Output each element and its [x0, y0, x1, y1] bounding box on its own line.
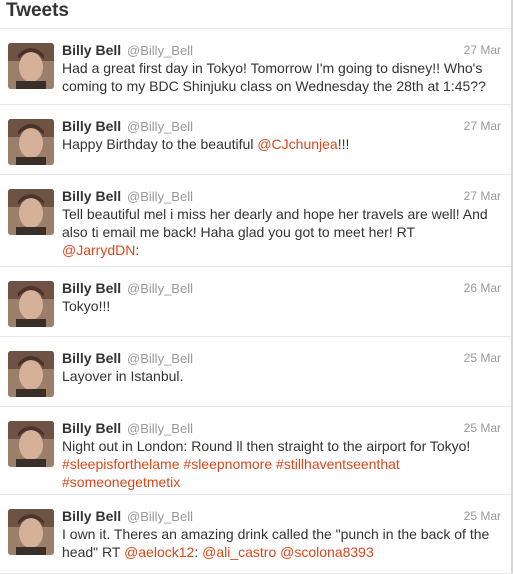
avatar[interactable] [8, 421, 54, 467]
tweet-text-segment: Layover in Istanbul. [62, 368, 184, 384]
tweet-text-segment: Tell beautiful mel i miss her dearly and… [62, 206, 488, 240]
tweet-meta: Billy Bell @Billy_Bell [62, 349, 503, 367]
tweet-text-segment: Had a great first day in Tokyo! Tomorrow… [62, 60, 486, 94]
avatar[interactable] [8, 509, 54, 555]
mention-link[interactable]: @aelock12 [124, 544, 194, 560]
author-handle[interactable]: @Billy_Bell [127, 351, 193, 366]
avatar[interactable] [8, 119, 54, 165]
tweet-item[interactable]: Billy Bell @Billy_Bell 27 Mar Happy Birt… [0, 105, 513, 175]
tweet-date[interactable]: 27 Mar [464, 189, 501, 203]
tweet-text: I own it. Theres an amazing drink called… [62, 525, 503, 561]
tweet-text: Layover in Istanbul. [62, 367, 503, 385]
tweet-text-segment: Night out in London: Round ll then strai… [62, 438, 471, 454]
tweet-date[interactable]: 25 Mar [464, 421, 501, 435]
timeline-header: Tweets [0, 0, 513, 29]
tweet-item[interactable]: Billy Bell @Billy_Bell 26 Mar Tokyo!!! [0, 267, 513, 337]
tweet-item[interactable]: Billy Bell @Billy_Bell 27 Mar Tell beaut… [0, 175, 513, 267]
tweet-text-segment: Happy Birthday to the beautiful [62, 136, 258, 152]
author-name[interactable]: Billy Bell [62, 508, 121, 524]
tweet-date[interactable]: 27 Mar [464, 43, 501, 57]
avatar[interactable] [8, 43, 54, 89]
author-handle[interactable]: @Billy_Bell [127, 189, 193, 204]
author-handle[interactable]: @Billy_Bell [127, 421, 193, 436]
author-handle[interactable]: @Billy_Bell [127, 43, 193, 58]
tweet-text: Tell beautiful mel i miss her dearly and… [62, 205, 503, 259]
author-name[interactable]: Billy Bell [62, 350, 121, 366]
tweet-text: Had a great first day in Tokyo! Tomorrow… [62, 59, 503, 95]
author-handle[interactable]: @Billy_Bell [127, 509, 193, 524]
tweet-text-segment: Tokyo!!! [62, 298, 111, 314]
mention-link[interactable]: @ali_castro [202, 544, 276, 560]
tweet-text: Tokyo!!! [62, 297, 503, 315]
timeline-title: Tweets [6, 0, 70, 21]
tweet-item[interactable]: Billy Bell @Billy_Bell 25 Mar Layover in… [0, 337, 513, 407]
tweet-date[interactable]: 27 Mar [464, 119, 501, 133]
avatar[interactable] [8, 189, 54, 235]
tweet-date[interactable]: 25 Mar [464, 351, 501, 365]
tweet-item[interactable]: Billy Bell @Billy_Bell 25 Mar I own it. … [0, 495, 513, 574]
author-name[interactable]: Billy Bell [62, 118, 121, 134]
hashtag-link[interactable]: #someonegetmetix [62, 474, 180, 490]
avatar[interactable] [8, 351, 54, 397]
tweet-meta: Billy Bell @Billy_Bell [62, 41, 503, 59]
author-handle[interactable]: @Billy_Bell [127, 281, 193, 296]
author-name[interactable]: Billy Bell [62, 188, 121, 204]
mention-link[interactable]: @scolona8393 [280, 544, 374, 560]
hashtag-link[interactable]: #sleepnomore [183, 456, 272, 472]
tweet-meta: Billy Bell @Billy_Bell [62, 117, 503, 135]
author-name[interactable]: Billy Bell [62, 420, 121, 436]
tweet-date[interactable]: 26 Mar [464, 281, 501, 295]
hashtag-link[interactable]: #sleepisforthelame [62, 456, 180, 472]
tweet-list: Billy Bell @Billy_Bell 27 Mar Had a grea… [0, 29, 513, 574]
tweet-meta: Billy Bell @Billy_Bell [62, 187, 503, 205]
tweet-text: Happy Birthday to the beautiful @CJchunj… [62, 135, 503, 153]
tweet-meta: Billy Bell @Billy_Bell [62, 279, 503, 297]
tweet-item[interactable]: Billy Bell @Billy_Bell 27 Mar Had a grea… [0, 29, 513, 105]
avatar[interactable] [8, 281, 54, 327]
tweet-item[interactable]: Billy Bell @Billy_Bell 25 Mar Night out … [0, 407, 513, 495]
tweet-date[interactable]: 25 Mar [464, 509, 501, 523]
tweet-text-segment: !!! [337, 136, 350, 152]
author-name[interactable]: Billy Bell [62, 280, 121, 296]
author-handle[interactable]: @Billy_Bell [127, 119, 193, 134]
tweet-text: Night out in London: Round ll then strai… [62, 437, 503, 491]
tweet-meta: Billy Bell @Billy_Bell [62, 507, 503, 525]
tweet-text-segment: : [135, 242, 140, 258]
mention-link[interactable]: @CJchunjea [257, 136, 337, 152]
author-name[interactable]: Billy Bell [62, 42, 121, 58]
hashtag-link[interactable]: #stillhaventseenthat [276, 456, 400, 472]
tweet-text-segment: : [194, 544, 203, 560]
mention-link[interactable]: @JarrydDN [62, 242, 135, 258]
tweet-meta: Billy Bell @Billy_Bell [62, 419, 503, 437]
